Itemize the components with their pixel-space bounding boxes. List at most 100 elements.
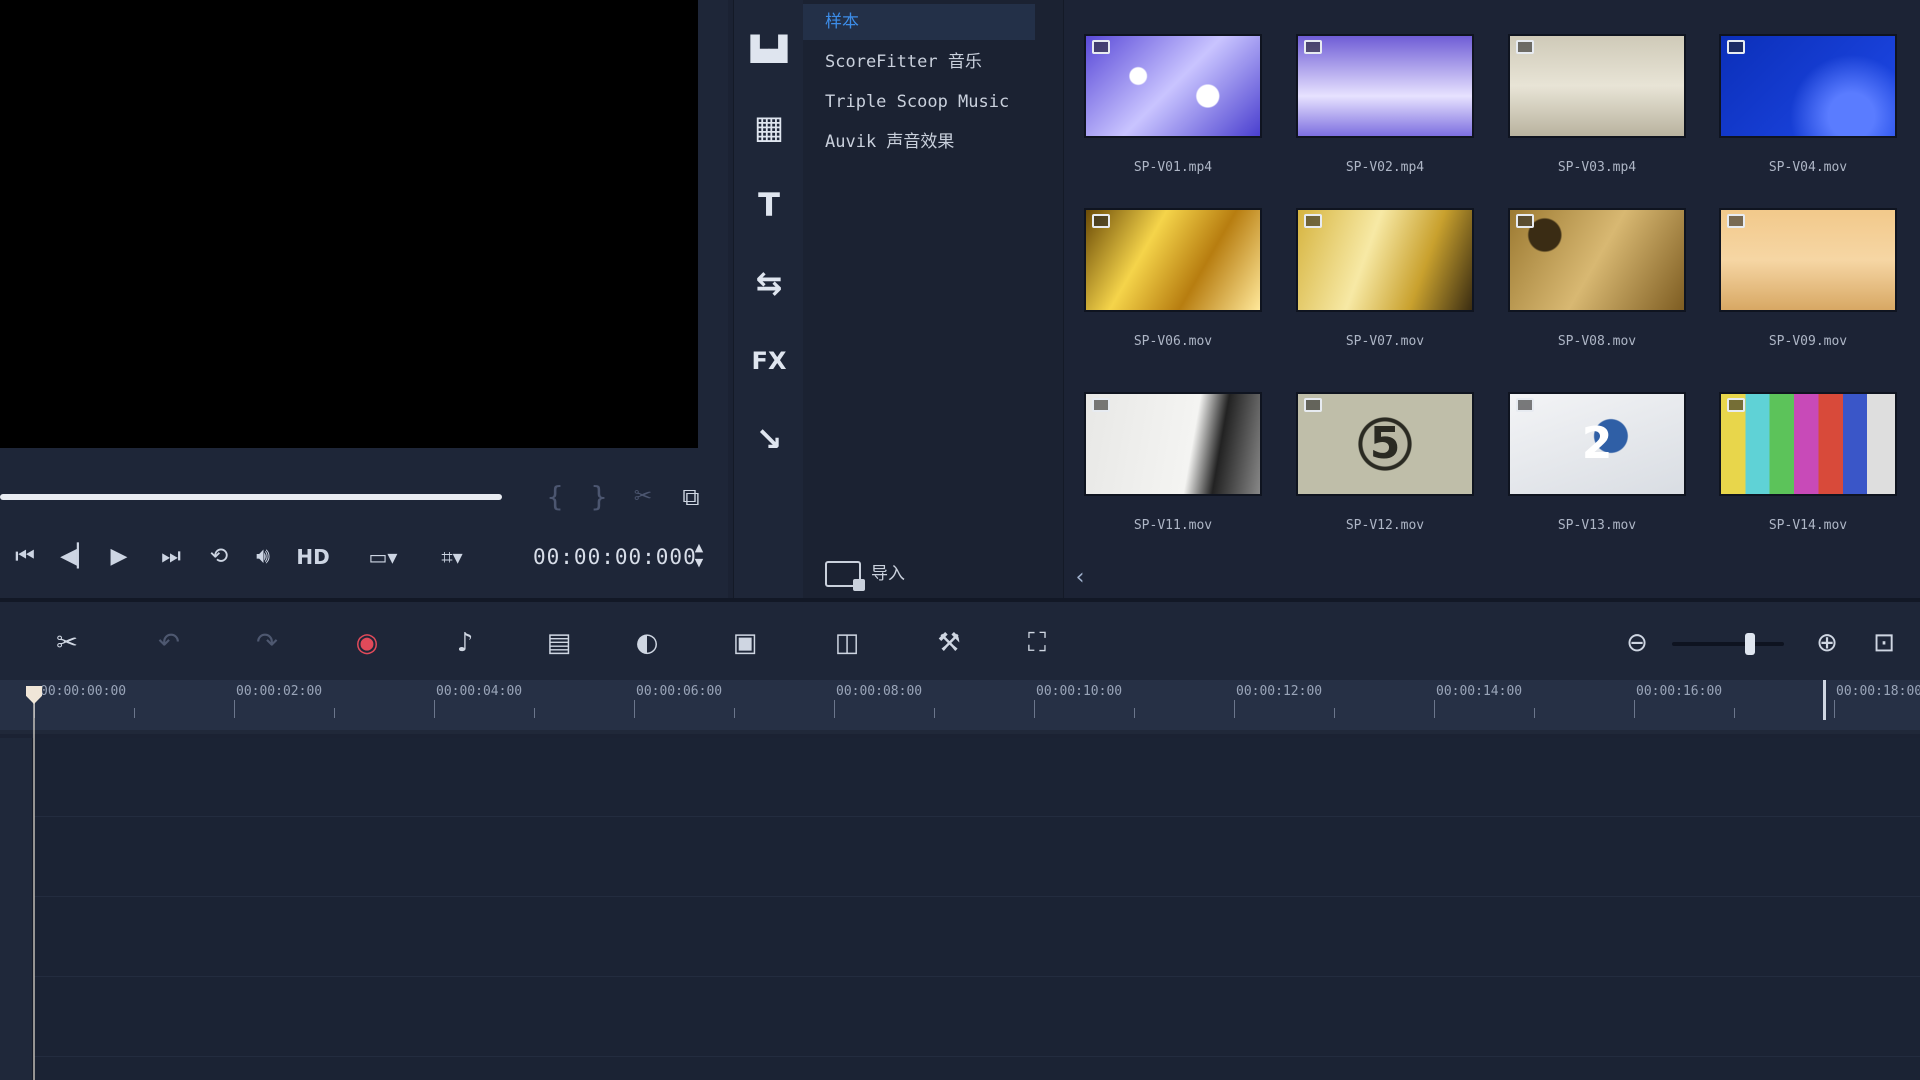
media-thumbnail[interactable]: SP-V03.mp4 (1508, 34, 1688, 214)
playhead-line (33, 700, 35, 1080)
media-thumbnail[interactable]: SP-V08.mov (1508, 208, 1688, 388)
thumbnail-image (1719, 392, 1897, 496)
video-type-icon (1304, 214, 1322, 228)
auto-music-icon[interactable]: ▤ (536, 624, 582, 662)
hd-preview-button[interactable]: HD (292, 540, 334, 574)
resize-mode-icon[interactable]: ⌗▾ (428, 540, 476, 574)
media-icon[interactable]: ▙▟ (748, 28, 790, 70)
zoom-in-icon[interactable]: ⊕ (1804, 624, 1850, 662)
repeat-icon[interactable]: ⟲ (202, 540, 236, 574)
record-capture-icon[interactable]: ◉ (344, 624, 390, 662)
thumbnail-caption: SP-V02.mp4 (1345, 160, 1425, 175)
ruler-tick (1434, 700, 1435, 718)
subtitle-editor-icon[interactable]: ▣ (722, 624, 768, 662)
collapse-panel-icon[interactable]: ‹ (1068, 565, 1092, 591)
ruler-tick (1834, 700, 1835, 718)
customize-toolbar-icon[interactable]: ✂ (44, 624, 90, 662)
media-thumbnail[interactable]: 2 SP-V13.mov (1508, 392, 1688, 572)
thumbnail-image (1508, 34, 1686, 138)
ruler-tick (134, 708, 135, 718)
time-remapping-icon[interactable]: ⚒ (926, 624, 972, 662)
timecode-spinner-icon[interactable]: ▲ ▼ (690, 540, 708, 574)
title-icon[interactable]: T (748, 184, 790, 226)
zoom-slider[interactable] (1672, 633, 1784, 655)
ruler-time-label: 00:00:04:00 (436, 684, 523, 699)
timeline-track-area[interactable] (0, 738, 1920, 1080)
fit-project-icon[interactable]: ⛶ (1014, 624, 1060, 662)
enlarge-preview-icon[interactable]: ⧉ (676, 482, 706, 512)
video-type-icon (1516, 398, 1534, 412)
timeline-ruler[interactable]: 00:00:00:00 00:00:02:00 00:00:04:00 00:00:0… (0, 680, 1920, 734)
media-thumbnail[interactable]: SP-V09.mov (1719, 208, 1899, 388)
category-item[interactable]: Auvik 声音效果 (803, 124, 1035, 160)
mark-in-icon[interactable]: { (540, 482, 570, 512)
transition-icon[interactable]: ⇆ (748, 262, 790, 304)
ruler-time-label: 00:00:02:00 (236, 684, 323, 699)
play-icon[interactable]: ▶︎ (102, 540, 136, 574)
mark-out-icon[interactable]: } (584, 482, 614, 512)
volume-icon[interactable]: 🔊︎ (246, 540, 280, 574)
thumbnail-caption: SP-V13.mov (1557, 518, 1637, 533)
category-item[interactable]: Triple Scoop Music (803, 84, 1035, 120)
track-divider (0, 1056, 1920, 1057)
path-icon[interactable]: ↘ (748, 418, 790, 460)
track-header-column (0, 738, 34, 1080)
video-type-icon (1516, 214, 1534, 228)
fit-timeline-icon[interactable]: ⊡ (1864, 624, 1904, 662)
zoom-slider-handle[interactable] (1745, 633, 1756, 655)
thumbnail-overlay-graphic: 2 (1581, 418, 1613, 469)
media-thumbnail[interactable]: SP-V04.mov (1719, 34, 1899, 214)
media-thumbnail[interactable]: SP-V11.mov (1084, 392, 1264, 572)
media-thumbnail[interactable]: SP-V07.mov (1296, 208, 1476, 388)
redo-icon[interactable]: ↷ (244, 624, 290, 662)
media-thumbnail[interactable]: SP-V01.mp4 (1084, 34, 1264, 214)
multi-camera-icon[interactable]: ◫ (824, 624, 870, 662)
thumbnail-caption: SP-V12.mov (1345, 518, 1425, 533)
project-end-marker (1823, 680, 1826, 720)
video-type-icon (1092, 40, 1110, 54)
ruler-time-label: 00:00:10:00 (1036, 684, 1123, 699)
video-type-icon (1516, 40, 1534, 54)
ruler-time-label: 00:00:08:00 (836, 684, 923, 699)
import-button[interactable]: 导入 (825, 558, 905, 591)
ruler-time-label: 00:00:06:00 (636, 684, 723, 699)
scrub-bar[interactable] (0, 494, 502, 500)
thumbnail-caption: SP-V08.mov (1557, 334, 1637, 349)
timecode-display[interactable]: 00:00:00:000 (533, 542, 696, 572)
go-to-end-icon[interactable]: ⏭ (154, 540, 188, 574)
category-item[interactable]: ScoreFitter 音乐 (803, 44, 1035, 80)
thumbnail-image (1508, 208, 1686, 312)
filter-fx-icon[interactable]: FX (748, 340, 790, 382)
ruler-tick (834, 700, 835, 718)
split-clip-icon[interactable]: ✂ (628, 482, 658, 512)
media-thumbnail[interactable]: 5 SP-V12.mov (1296, 392, 1476, 572)
thumbnail-image (1084, 34, 1262, 138)
thumbnail-caption: SP-V01.mp4 (1133, 160, 1213, 175)
thumbnail-image: 2 (1508, 392, 1686, 496)
import-folder-icon (825, 561, 865, 591)
library-toolbar: ▙▟ ▦ T ⇆ FX ↘ (733, 0, 803, 598)
category-item[interactable]: 样本 (803, 4, 1035, 40)
preview-screen[interactable] (0, 0, 698, 448)
ruler-time-label: 00:00:00:00 (40, 684, 127, 699)
thumbnail-image (1296, 34, 1474, 138)
ruler-tick (534, 708, 535, 718)
undo-icon[interactable]: ↶ (146, 624, 192, 662)
media-thumbnail[interactable]: SP-V06.mov (1084, 208, 1264, 388)
ruler-tick (1734, 708, 1735, 718)
ruler-time-label: 00:00:12:00 (1236, 684, 1323, 699)
media-thumbnail[interactable]: SP-V02.mp4 (1296, 34, 1476, 214)
thumbnail-overlay-graphic: 5 (1369, 418, 1401, 469)
thumbnail-caption: SP-V11.mov (1133, 518, 1213, 533)
zoom-out-icon[interactable]: ⊖ (1614, 624, 1660, 662)
media-thumbnail[interactable]: SP-V14.mov (1719, 392, 1899, 572)
sound-mixer-icon[interactable]: ♪ (442, 624, 488, 662)
video-type-icon (1727, 398, 1745, 412)
go-to-start-icon[interactable]: ⏮ (8, 540, 42, 574)
motion-tracking-icon[interactable]: ◐ (624, 624, 670, 662)
previous-frame-icon[interactable]: ◀︎▏ (60, 540, 94, 574)
ruler-time-label: 00:00:18:00 (1836, 684, 1920, 699)
video-type-icon (1092, 214, 1110, 228)
instant-project-icon[interactable]: ▦ (748, 106, 790, 148)
aspect-ratio-icon[interactable]: ▭▾ (354, 540, 412, 574)
